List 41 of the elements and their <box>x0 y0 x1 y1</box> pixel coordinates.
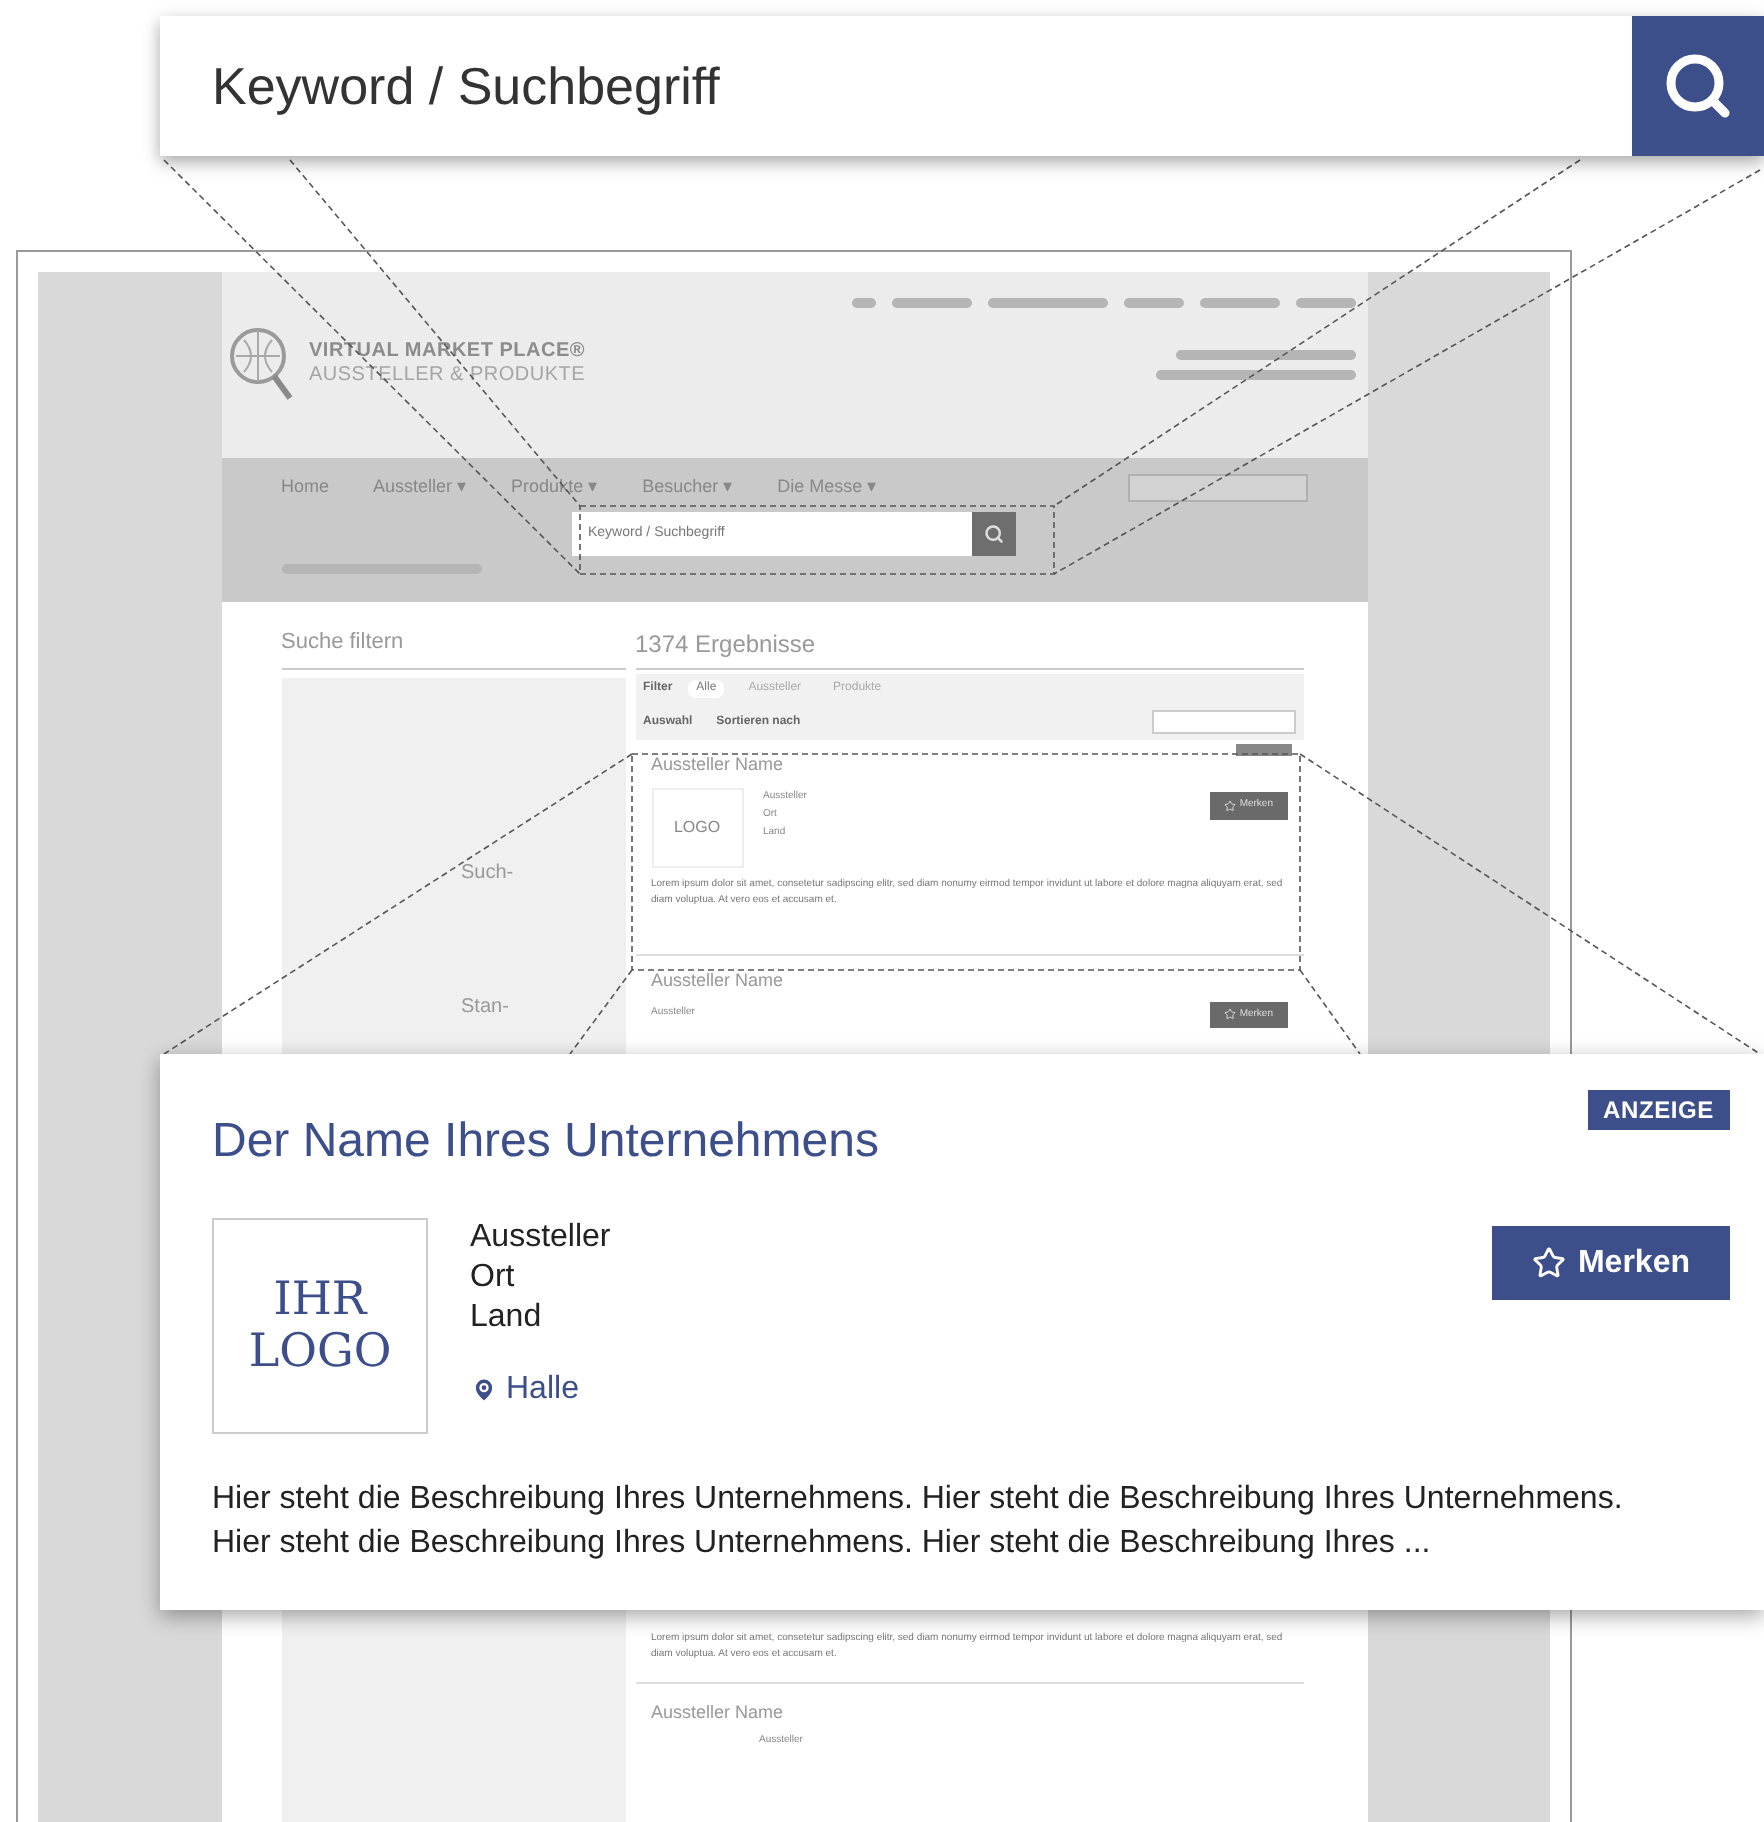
search-icon <box>1662 50 1734 122</box>
sidebar-title: Suche filtern <box>281 626 625 669</box>
star-icon <box>1531 1246 1566 1280</box>
search-button[interactable] <box>1632 16 1764 156</box>
results-count: 1374 Ergebnisse <box>635 626 1303 670</box>
ad-badge: ANZEIGE <box>1587 1090 1730 1130</box>
brand-name: VIRTUAL MARKET PLACE® <box>309 339 586 364</box>
company-description: Hier steht die Beschreibung Ihres Unternehmens. Hier steht die Beschreibung Ihres Unternehmens. Hier steht die Beschreibung Ihres Unternehmens. Hier steht die Beschreibung Ihres ... <box>212 1480 1625 1564</box>
globe-magnifier-icon <box>225 324 293 404</box>
blurred-text <box>987 298 1107 308</box>
blurred-text <box>1199 298 1279 308</box>
brand-tagline: AUSSTELLER & PRODUKTE <box>309 364 586 389</box>
nav-item[interactable]: Aussteller ▾ <box>373 474 468 502</box>
star-icon <box>1223 799 1236 812</box>
nav-item[interactable]: Die Messe ▾ <box>777 474 878 502</box>
map-pin-icon <box>470 1376 498 1404</box>
search-field[interactable]: Keyword / Suchbegriff <box>160 16 1764 156</box>
nav-item[interactable]: Besucher ▾ <box>642 474 734 502</box>
blurred-text <box>1295 298 1355 308</box>
sidebar-text: Such- <box>461 859 514 887</box>
sidebar-text: Stan- <box>461 993 509 1021</box>
company-detail: Ort <box>470 1258 517 1298</box>
blurred-text <box>891 298 971 308</box>
location-link[interactable]: Halle <box>470 1366 611 1414</box>
nav-item[interactable]: Produkte ▾ <box>511 474 599 502</box>
logo-text: LOGO <box>673 815 721 839</box>
nav-item[interactable]: Home <box>281 474 330 502</box>
company-detail: Aussteller <box>470 1218 611 1258</box>
exhibitor-name: Aussteller Name <box>651 1700 786 1726</box>
search-icon <box>984 524 1004 544</box>
logo-text: IHR LOGO <box>248 1274 392 1378</box>
company-detail: Land <box>470 1298 544 1338</box>
star-icon <box>1223 1008 1236 1021</box>
blurred-text <box>1123 298 1183 308</box>
blurred-text <box>851 298 875 308</box>
exhibitor-name: Aussteller Name <box>651 968 784 994</box>
search-button[interactable] <box>972 512 1016 556</box>
exhibitor-name: Aussteller Name <box>651 752 786 778</box>
bookmark-button[interactable]: Merken <box>1491 1226 1730 1300</box>
ad-badge <box>1235 744 1291 756</box>
company-name: Der Name Ihres Unternehmens <box>212 1112 879 1172</box>
